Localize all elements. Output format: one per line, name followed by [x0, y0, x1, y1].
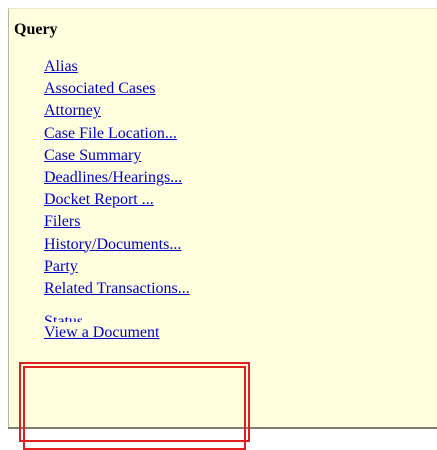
list-item: View a Document: [44, 322, 190, 344]
list-item: Case Summary: [44, 145, 190, 167]
list-item: Deadlines/Hearings...: [44, 167, 190, 189]
panel-title: Query: [14, 21, 58, 38]
list-item: Case File Location...: [44, 123, 190, 145]
list-item: Status: [44, 300, 190, 322]
menu-link-docket-report[interactable]: Docket Report ...: [44, 191, 154, 208]
query-panel: Query Alias Associated Cases Attorney Ca…: [8, 8, 437, 428]
menu-link-alias[interactable]: Alias: [44, 58, 78, 75]
list-item: Attorney: [44, 100, 190, 122]
panel-bottom-border: [8, 427, 437, 429]
menu-link-filers[interactable]: Filers: [44, 213, 80, 230]
query-menu: Alias Associated Cases Attorney Case Fil…: [44, 56, 190, 344]
menu-link-party[interactable]: Party: [44, 258, 78, 275]
menu-link-associated-cases[interactable]: Associated Cases: [44, 80, 156, 97]
menu-link-attorney[interactable]: Attorney: [44, 102, 101, 119]
list-item: Associated Cases: [44, 78, 190, 100]
list-item: Filers: [44, 211, 190, 233]
menu-link-view-a-document[interactable]: View a Document: [44, 324, 159, 341]
list-item: Docket Report ...: [44, 189, 190, 211]
menu-link-status[interactable]: Status: [44, 311, 83, 322]
menu-link-deadlines-hearings[interactable]: Deadlines/Hearings...: [44, 169, 182, 186]
list-item: History/Documents...: [44, 234, 190, 256]
list-item: Party: [44, 256, 190, 278]
list-item: Related Transactions...: [44, 278, 190, 300]
menu-link-history-documents[interactable]: History/Documents...: [44, 236, 181, 253]
list-item: Alias: [44, 56, 190, 78]
menu-link-case-file-location[interactable]: Case File Location...: [44, 125, 177, 142]
menu-link-case-summary[interactable]: Case Summary: [44, 147, 141, 164]
menu-link-related-transactions[interactable]: Related Transactions...: [44, 280, 190, 297]
